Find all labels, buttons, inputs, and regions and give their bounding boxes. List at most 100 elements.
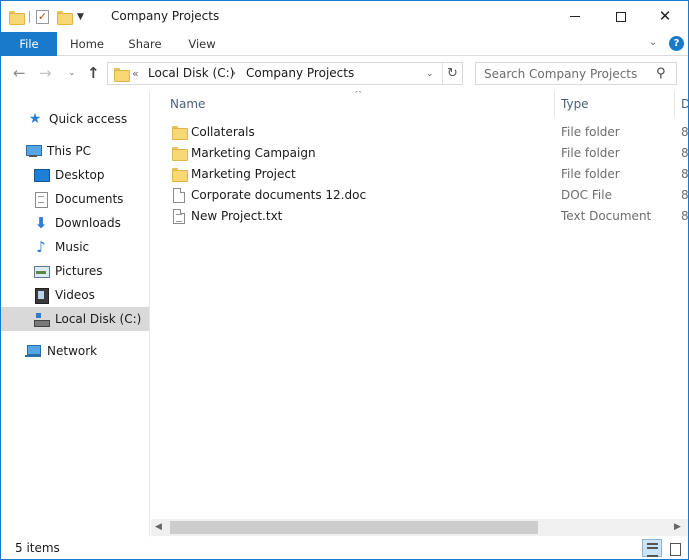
window-title: Company Projects xyxy=(111,9,220,23)
tab-file[interactable]: File xyxy=(1,32,57,56)
sidebar-item-label: Videos xyxy=(55,288,95,302)
sidebar-item-label: This PC xyxy=(47,144,91,158)
maximize-button[interactable] xyxy=(598,1,644,32)
address-overflow[interactable]: « xyxy=(132,67,139,80)
sidebar-item-desktop[interactable]: Desktop xyxy=(1,163,149,187)
help-icon[interactable]: ? xyxy=(669,36,684,51)
computer-icon xyxy=(25,143,42,159)
sidebar-item-documents[interactable]: Documents xyxy=(1,187,149,211)
sidebar-item-label: Documents xyxy=(55,192,124,206)
sidebar-item-label: Local Disk (C:) xyxy=(55,312,142,326)
navigation-bar: ← → ⌄ ↑ « Local Disk (C:) › Company Proj… xyxy=(1,57,688,91)
file-date: 8, xyxy=(681,125,688,139)
file-row-marketing-project[interactable]: Marketing Project File folder 8, xyxy=(151,164,688,185)
item-count: 5 items xyxy=(15,541,60,555)
file-type: File folder xyxy=(561,167,620,181)
desktop-icon xyxy=(33,167,50,183)
tab-home[interactable]: Home xyxy=(61,32,113,56)
address-bar[interactable]: « Local Disk (C:) › Company Projects ⌄ ↻ xyxy=(107,62,463,85)
close-icon: ✕ xyxy=(658,7,672,25)
pictures-icon xyxy=(33,263,50,279)
horizontal-scrollbar[interactable]: ◀ ▶ xyxy=(151,519,688,536)
file-date: 8, xyxy=(681,188,688,202)
file-date: 8, xyxy=(681,167,688,181)
sidebar-item-network[interactable]: Network xyxy=(1,339,149,363)
column-divider[interactable] xyxy=(674,91,675,117)
sidebar-item-pictures[interactable]: Pictures xyxy=(1,259,149,283)
sidebar-item-quick-access[interactable]: ★ Quick access xyxy=(1,107,149,131)
folder-icon xyxy=(172,126,188,140)
ribbon-tabs: File Home Share View ⌄ ? xyxy=(1,32,688,56)
minimize-icon xyxy=(570,16,580,17)
folder-icon xyxy=(9,11,25,25)
address-history-dropdown-icon[interactable]: ⌄ xyxy=(426,69,434,79)
explorer-window: ✓ ▼ Company Projects ✕ File Home Share V… xyxy=(0,0,689,560)
sidebar-item-this-pc[interactable]: This PC xyxy=(1,139,149,163)
file-type: DOC File xyxy=(561,188,612,202)
sidebar-item-label: Network xyxy=(47,344,98,358)
refresh-icon[interactable]: ↻ xyxy=(442,63,462,84)
navigation-pane: ★ Quick access This PC Desktop Documents… xyxy=(1,91,150,537)
file-type: File folder xyxy=(561,146,620,160)
up-arrow-icon[interactable]: ↑ xyxy=(87,64,100,82)
documents-icon xyxy=(33,191,49,208)
quick-access-toolbar: ✓ ▼ xyxy=(9,7,84,27)
downloads-arrow-icon: ⬇ xyxy=(34,214,48,232)
breadcrumb-separator-icon[interactable]: › xyxy=(232,68,236,79)
customize-toolbar-dropdown-icon[interactable]: ▼ xyxy=(77,12,84,22)
column-header-date[interactable]: D xyxy=(681,91,688,117)
sidebar-item-label: Downloads xyxy=(55,216,121,230)
breadcrumb-company-projects[interactable]: Company Projects xyxy=(246,66,354,80)
file-row-new-project[interactable]: New Project.txt Text Document 8, xyxy=(151,206,688,227)
file-name: New Project.txt xyxy=(191,209,283,223)
address-folder-icon xyxy=(114,68,130,82)
music-note-icon: ♪ xyxy=(36,238,46,256)
file-date: 8, xyxy=(681,146,688,160)
file-name: Corporate documents 12.doc xyxy=(191,188,367,202)
sidebar-item-videos[interactable]: Videos xyxy=(1,283,149,307)
details-view-icon[interactable] xyxy=(642,539,662,557)
column-header-name[interactable]: Name xyxy=(170,91,205,117)
search-icon[interactable]: ⚲ xyxy=(656,66,666,81)
network-icon xyxy=(25,343,41,359)
column-header-type[interactable]: Type xyxy=(561,91,589,117)
close-button[interactable]: ✕ xyxy=(642,1,688,32)
file-row-corporate-documents[interactable]: Corporate documents 12.doc DOC File 8, xyxy=(151,185,688,206)
maximize-icon xyxy=(616,11,626,22)
new-folder-icon[interactable] xyxy=(57,11,73,25)
toolbar-separator xyxy=(29,11,30,23)
sort-ascending-icon: ^ xyxy=(354,91,363,100)
file-name: Marketing Campaign xyxy=(191,146,316,160)
sidebar-item-label: Music xyxy=(55,240,90,254)
column-divider[interactable] xyxy=(554,91,555,117)
large-icons-view-icon[interactable] xyxy=(664,539,684,557)
scroll-left-arrow-icon[interactable]: ◀ xyxy=(155,522,162,532)
minimize-button[interactable] xyxy=(552,1,598,32)
sidebar-item-downloads[interactable]: ⬇ Downloads xyxy=(1,211,149,235)
scrollbar-thumb[interactable] xyxy=(170,521,538,534)
videos-film-icon xyxy=(33,287,49,304)
file-row-marketing-campaign[interactable]: Marketing Campaign File folder 8, xyxy=(151,143,688,164)
file-date: 8, xyxy=(681,209,688,223)
expand-ribbon-chevron-icon[interactable]: ⌄ xyxy=(649,37,657,48)
folder-icon xyxy=(172,147,188,161)
properties-check-icon[interactable]: ✓ xyxy=(36,10,49,24)
sidebar-item-local-disk[interactable]: Local Disk (C:) xyxy=(1,307,149,331)
forward-arrow-icon[interactable]: → xyxy=(39,64,52,82)
recent-locations-dropdown-icon[interactable]: ⌄ xyxy=(68,68,76,78)
file-list: ^ Name Type D Collaterals File folder 8,… xyxy=(151,91,688,537)
file-name: Collaterals xyxy=(191,125,255,139)
breadcrumb-local-disk[interactable]: Local Disk (C:) xyxy=(148,66,234,80)
search-box[interactable]: Search Company Projects ⚲ xyxy=(475,62,677,85)
sidebar-item-music[interactable]: ♪ Music xyxy=(1,235,149,259)
sidebar-item-label: Pictures xyxy=(55,264,103,278)
file-type: File folder xyxy=(561,125,620,139)
file-row-collaterals[interactable]: Collaterals File folder 8, xyxy=(151,122,688,143)
tab-view[interactable]: View xyxy=(177,32,227,56)
sidebar-item-label: Quick access xyxy=(49,112,128,126)
tab-share[interactable]: Share xyxy=(119,32,171,56)
search-input[interactable]: Search Company Projects xyxy=(484,67,637,81)
scroll-right-arrow-icon[interactable]: ▶ xyxy=(674,522,681,532)
folder-icon xyxy=(172,168,188,182)
back-arrow-icon[interactable]: ← xyxy=(13,64,26,82)
